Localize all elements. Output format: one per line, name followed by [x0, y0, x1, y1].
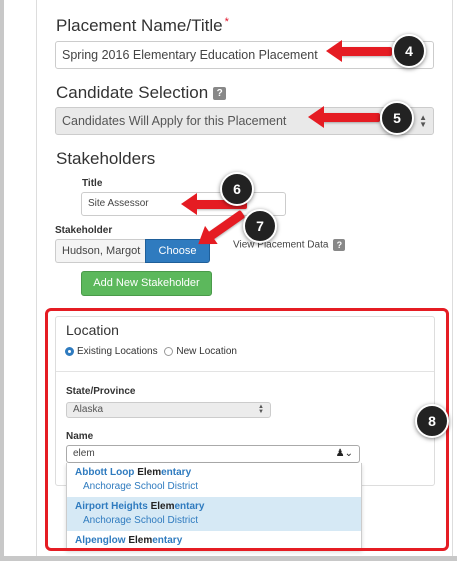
callout-arrow-4 — [326, 40, 392, 62]
callout-badge-6: 6 — [220, 172, 254, 206]
form-border-right — [452, 0, 453, 561]
stakeholder-name-field: Hudson, Margot — [55, 239, 145, 263]
required-marker: * — [224, 16, 229, 28]
help-icon[interactable]: ? — [333, 239, 346, 251]
placement-name-value: Spring 2016 Elementary Education Placeme… — [62, 48, 318, 62]
location-highlight-box — [45, 308, 449, 551]
select-updown-icon: ▲ ▼ — [419, 113, 427, 129]
callout-badge-8: 8 — [415, 404, 449, 438]
stakeholder-title-value: Site Assessor — [88, 198, 149, 209]
title-label: Title — [82, 178, 103, 189]
window-edge-left — [0, 0, 4, 561]
window-edge-bottom — [0, 556, 457, 561]
callout-badge-5: 5 — [380, 101, 414, 135]
placement-name-label: Placement Name/Title * — [56, 16, 229, 35]
callout-arrow-5 — [308, 106, 380, 128]
candidate-selection-label: Candidate Selection? — [56, 83, 227, 103]
help-icon[interactable]: ? — [213, 87, 227, 101]
stakeholder-label: Stakeholder — [55, 225, 113, 236]
callout-badge-7: 7 — [243, 209, 277, 243]
form-border-left — [36, 0, 37, 561]
stakeholders-heading: Stakeholders — [56, 149, 156, 168]
add-new-stakeholder-button[interactable]: Add New Stakeholder — [81, 271, 212, 296]
stakeholder-name-value: Hudson, Margot — [62, 245, 141, 257]
view-placement-data-link[interactable]: View Placement Data? — [233, 239, 346, 251]
callout-badge-4: 4 — [392, 34, 426, 68]
candidate-selection-value: Candidates Will Apply for this Placement — [62, 114, 287, 128]
